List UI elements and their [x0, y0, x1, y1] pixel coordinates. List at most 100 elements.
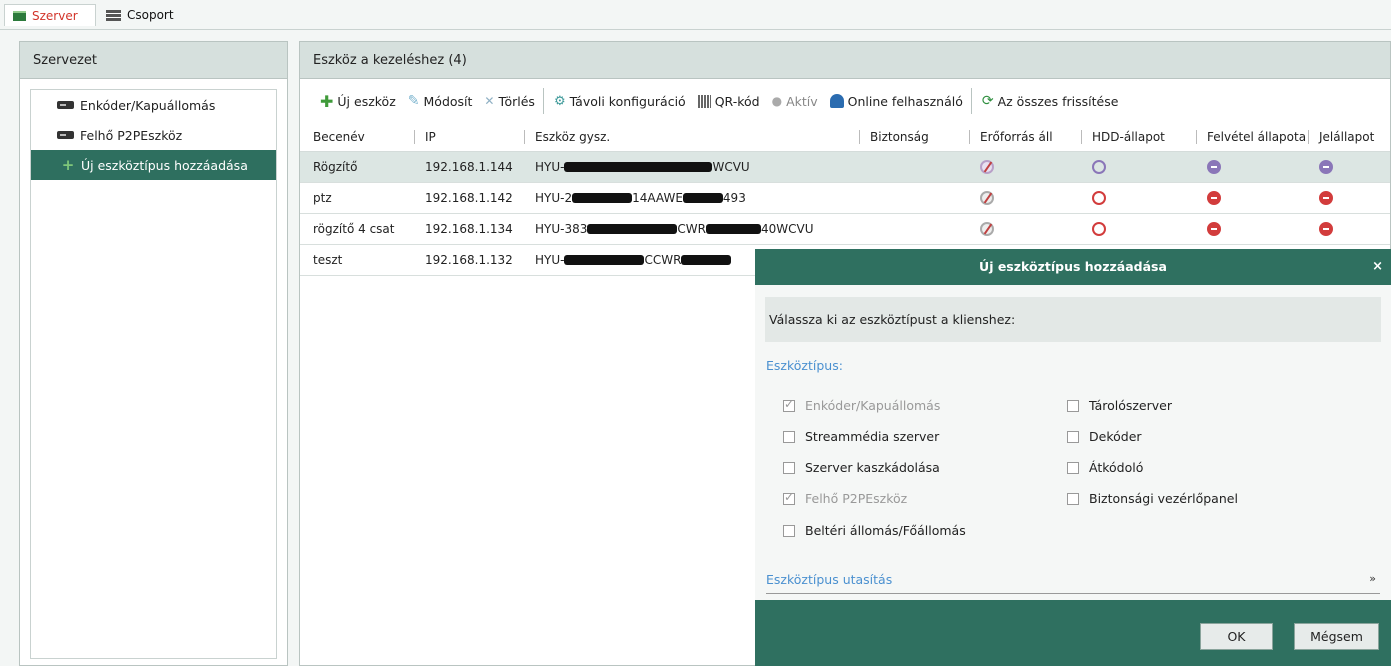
option-encoder[interactable]: Enkóder/Kapuállomás [783, 397, 940, 413]
tree-item-encoder[interactable]: Enkóder/Kapuállomás [31, 90, 276, 120]
organization-title: Szervezet [20, 42, 287, 79]
tree-item-cloud-p2p[interactable]: Felhő P2PEszköz [31, 120, 276, 150]
option-label: Szerver kaszkádolása [805, 460, 940, 475]
cell-serial: HYU-2 14AAWE 493 [522, 182, 857, 214]
remote-config-button[interactable]: ⚙ Távoli konfiguráció [554, 94, 686, 109]
tab-group[interactable]: Csoport [98, 4, 182, 26]
checkbox[interactable] [1067, 461, 1079, 474]
checkbox[interactable] [1067, 492, 1079, 505]
option-label: Felhő P2PEszköz [805, 491, 908, 506]
option-cloud-p2p[interactable]: Felhő P2PEszköz [783, 490, 908, 506]
option-label: Tárolószerver [1089, 398, 1172, 413]
column-header-resource[interactable]: Erőforrás áll [967, 123, 1079, 152]
instructions-label: Eszköztípus utasítás [766, 572, 893, 587]
table-row[interactable]: Rögzítő 192.168.1.144 HYU- WCVU [300, 151, 1390, 183]
gear-icon: ⚙ [553, 93, 566, 109]
cell-nickname: Rögzítő [300, 151, 412, 183]
cell-serial: HYU-383 CWR 40WCVU [522, 213, 857, 245]
checkbox[interactable] [783, 490, 795, 505]
resource-status-icon [980, 159, 994, 174]
activate-button[interactable]: ● Aktív [772, 94, 818, 109]
cell-recording [1194, 151, 1306, 183]
option-indoor-station[interactable]: Beltéri állomás/Főállomás [783, 523, 966, 538]
dialog-prompt: Válassza ki az eszköztípust a klienshez: [765, 297, 1381, 342]
redaction-mark [564, 255, 645, 265]
group-icon [106, 9, 121, 21]
qr-code-label: QR-kód [714, 93, 760, 109]
column-header-ip[interactable]: IP [412, 123, 522, 152]
column-header-recording[interactable]: Felvétel állapota [1194, 123, 1306, 152]
hdd-status-icon [1092, 159, 1106, 174]
table-row[interactable]: ptz 192.168.1.142 HYU-2 14AAWE 493 [300, 182, 1390, 214]
modify-label: Módosít [423, 93, 473, 109]
redaction-mark [682, 193, 723, 203]
cell-serial: HYU- WCVU [522, 151, 857, 183]
checkbox[interactable] [1067, 399, 1079, 412]
redaction-mark [705, 224, 761, 234]
organization-tree: Enkóder/Kapuállomás Felhő P2PEszköz + Új… [30, 89, 277, 659]
column-header-serial[interactable]: Eszköz gysz. [522, 123, 857, 152]
device-toolbar: ✚ Új eszköz ✎ Módosít ✕ Törlés ⚙ Távoli … [300, 79, 1390, 123]
option-storage-server[interactable]: Tárolószerver [1067, 398, 1172, 413]
modify-button[interactable]: ✎ Módosít [408, 93, 473, 109]
toolbar-separator [970, 88, 972, 114]
cell-signal [1306, 213, 1390, 245]
redaction-mark [681, 255, 732, 265]
close-icon[interactable]: × [1372, 249, 1383, 285]
option-stream-media-server[interactable]: Streammédia szerver [783, 429, 939, 444]
add-device-label: Új eszköz [337, 93, 396, 109]
delete-button[interactable]: ✕ Törlés [484, 94, 535, 109]
redaction-mark [587, 224, 678, 234]
ok-button[interactable]: OK [1200, 623, 1273, 650]
signal-status-icon [1319, 221, 1333, 236]
device-type-instructions-toggle[interactable]: Eszköztípus utasítás » [766, 572, 1380, 594]
add-device-button[interactable]: ✚ Új eszköz [320, 92, 396, 111]
serial-suffix: WCVU [712, 159, 750, 174]
tree-item-label: Felhő P2PEszköz [80, 127, 183, 143]
option-security-control-panel[interactable]: Biztonsági vezérlőpanel [1067, 491, 1238, 506]
add-device-type-dialog: Új eszköztípus hozzáadása × Válassza ki … [755, 249, 1391, 666]
option-transcoder[interactable]: Átkódoló [1067, 460, 1143, 475]
server-icon [13, 10, 26, 21]
checkbox[interactable] [783, 524, 795, 537]
device-icon [57, 131, 74, 139]
refresh-all-label: Az összes frissítése [997, 93, 1119, 109]
refresh-all-button[interactable]: ⟳ Az összes frissítése [982, 93, 1119, 109]
column-header-hdd[interactable]: HDD-állapot [1079, 123, 1194, 152]
option-label: Beltéri állomás/Főállomás [805, 523, 966, 538]
option-label: Biztonsági vezérlőpanel [1089, 491, 1238, 506]
tree-item-add-device-type[interactable]: + Új eszköztípus hozzáadása [31, 150, 276, 180]
cell-hdd [1079, 151, 1194, 183]
resource-status-icon [980, 221, 994, 236]
serial-suffix: 493 [722, 190, 746, 205]
table-row[interactable]: rögzítő 4 csat 192.168.1.134 HYU-383 CWR 4… [300, 213, 1390, 245]
serial-prefix: HYU-383 [535, 221, 588, 236]
online-user-button[interactable]: Online felhasználó [829, 94, 963, 109]
cell-security [857, 151, 967, 183]
qr-code-button[interactable]: QR-kód [697, 93, 760, 109]
checkbox[interactable] [783, 461, 795, 474]
option-decoder[interactable]: Dekóder [1067, 429, 1142, 444]
cell-security [857, 182, 967, 214]
refresh-icon: ⟳ [981, 93, 994, 109]
column-header-security[interactable]: Biztonság [857, 123, 967, 152]
cell-hdd [1079, 182, 1194, 214]
table-header-row: Becenév IP Eszköz gysz. Biztonság Erőfor… [300, 123, 1390, 152]
column-header-nickname[interactable]: Becenév [300, 123, 412, 152]
option-server-cascade[interactable]: Szerver kaszkádolása [783, 460, 940, 475]
cell-nickname: rögzítő 4 csat [300, 213, 412, 245]
tab-server[interactable]: Szerver [4, 4, 96, 26]
cell-signal [1306, 151, 1390, 183]
checkbox[interactable] [1067, 430, 1079, 443]
column-header-signal[interactable]: Jelállapot [1306, 123, 1390, 152]
checkbox[interactable] [783, 430, 795, 443]
cell-resource [967, 151, 1079, 183]
resource-status-icon [980, 190, 994, 205]
device-type-section-label: Eszköztípus: [766, 358, 843, 373]
top-tab-bar: Szerver Csoport [0, 0, 1391, 30]
tab-divider [0, 29, 1391, 30]
checkbox[interactable] [783, 397, 795, 412]
cell-recording [1194, 213, 1306, 245]
activate-label: Aktív [786, 93, 818, 109]
cancel-button[interactable]: Mégsem [1294, 623, 1379, 650]
